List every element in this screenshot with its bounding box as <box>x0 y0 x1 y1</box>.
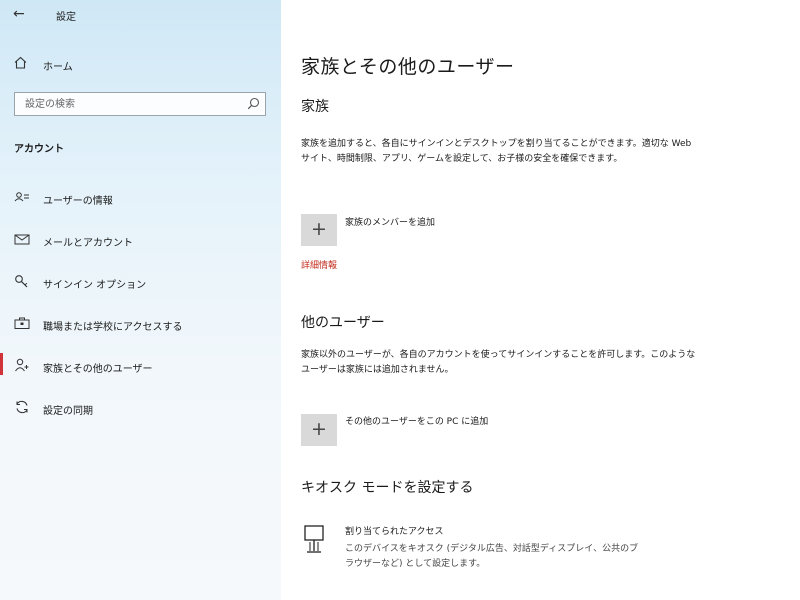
key-icon <box>15 275 28 288</box>
sidebar-item-signin-options[interactable]: サインイン オプション <box>14 272 274 292</box>
sidebar-item-family[interactable]: 家族とその他のユーザー <box>0 353 274 376</box>
home-icon <box>14 56 27 69</box>
page-title: 家族とその他のユーザー <box>301 56 515 78</box>
plus-icon: + <box>311 418 327 440</box>
section-title: アカウント <box>14 144 64 155</box>
family-description: 家族を追加すると、各自にサインインとデスクトップを割り当てることができます。適切… <box>301 139 692 164</box>
add-family-member-button[interactable]: + <box>301 214 337 246</box>
search-input[interactable] <box>15 93 245 115</box>
user-info-icon <box>14 192 29 202</box>
search-box[interactable] <box>14 92 266 116</box>
sidebar-item-label: ユーザーの情報 <box>43 196 113 207</box>
sidebar-item-label: サインイン オプション <box>43 280 147 291</box>
learn-more-link[interactable]: 詳細情報 <box>301 258 337 271</box>
kiosk-icon[interactable] <box>303 525 325 555</box>
sidebar-item-label: 家族とその他のユーザー <box>43 364 153 375</box>
plus-icon: + <box>311 218 327 240</box>
search-icon[interactable] <box>247 97 260 110</box>
sidebar-item-label: 設定の同期 <box>43 406 93 417</box>
app-title: 設定 <box>56 12 76 23</box>
sidebar-item-mail[interactable]: メールとアカウント <box>14 230 274 250</box>
add-other-user-label[interactable]: その他のユーザーをこの PC に追加 <box>345 414 488 427</box>
title-bar: ← 設定 <box>0 0 281 30</box>
sidebar-item-label: 職場または学校にアクセスする <box>43 322 183 333</box>
sidebar-item-user-info[interactable]: ユーザーの情報 <box>14 188 274 208</box>
kiosk-heading: キオスク モードを設定する <box>301 480 474 496</box>
back-arrow-icon[interactable]: ← <box>13 6 25 22</box>
person-icon <box>15 358 29 372</box>
other-users-heading: 他のユーザー <box>301 315 385 331</box>
add-other-user-button[interactable]: + <box>301 414 337 446</box>
briefcase-icon <box>14 317 30 329</box>
main-content: 家族とその他のユーザー 家族 家族を追加すると、各自にサインインとデスクトップを… <box>281 0 800 600</box>
nav-home-label: ホーム <box>43 62 73 73</box>
sidebar-item-sync[interactable]: 設定の同期 <box>14 398 274 418</box>
other-users-description: 家族以外のユーザーが、各自のアカウントを使ってサインインすることを許可します。こ… <box>301 350 696 375</box>
assigned-access-link[interactable]: 割り当てられたアクセス <box>345 524 444 537</box>
assigned-access-description: このデバイスをキオスク (デジタル広告、対話型ディスプレイ、公共のブラウザーなど… <box>345 544 639 569</box>
sidebar: ← 設定 ホーム アカウント ユーザーの情報 メールとアカウント <box>0 0 282 600</box>
nav-home[interactable]: ホーム <box>14 55 264 75</box>
mail-icon <box>14 234 30 245</box>
add-family-member-label[interactable]: 家族のメンバーを追加 <box>345 215 435 228</box>
family-heading: 家族 <box>301 99 329 115</box>
sidebar-item-label: メールとアカウント <box>43 238 133 249</box>
sidebar-item-work-school[interactable]: 職場または学校にアクセスする <box>14 314 274 334</box>
sync-icon <box>16 400 28 414</box>
